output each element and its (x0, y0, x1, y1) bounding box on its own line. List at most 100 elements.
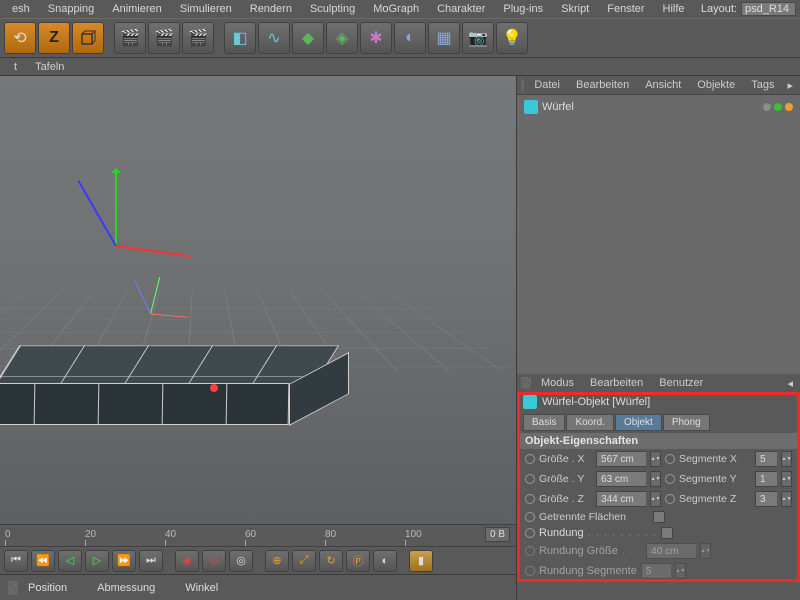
menu-item[interactable]: Sculpting (302, 1, 363, 17)
tab-objekt[interactable]: Objekt (615, 414, 662, 431)
play-back-button[interactable]: ◁ (58, 550, 82, 572)
object-tree[interactable]: Würfel (517, 94, 800, 374)
viewport-3d[interactable] (0, 76, 516, 524)
layout-select[interactable] (741, 2, 796, 16)
prop-row-rounding-seg: Rundung Segmente ▲▼ (517, 561, 800, 581)
generator-button[interactable]: ◆ (292, 22, 324, 54)
spinner[interactable]: ▲▼ (650, 451, 661, 467)
timeline-ruler[interactable]: 0 20 40 60 80 100 0 B (0, 524, 516, 546)
anim-dot[interactable] (665, 454, 675, 464)
menu-item[interactable]: Datei (528, 78, 566, 92)
anim-dot[interactable] (665, 494, 675, 504)
spinner[interactable]: ▲▼ (781, 451, 792, 467)
menu-item[interactable]: Ansicht (639, 78, 687, 92)
goto-end-button[interactable]: ⏭ (139, 550, 163, 572)
viewport-tab[interactable]: t (6, 60, 25, 74)
viewport-tabs: t Tafeln (0, 58, 800, 76)
play-fwd-button[interactable]: ▷ (85, 550, 109, 572)
rec-pos-button[interactable]: ⊕ (265, 550, 289, 572)
cube-tool-button[interactable] (72, 22, 104, 54)
rec-rot-button[interactable]: ↻ (319, 550, 343, 572)
coordinate-bar: Position Abmessung Winkel (0, 574, 516, 600)
render-pic-button[interactable]: 🎬 (114, 22, 146, 54)
goto-start-button[interactable]: ⏮ (4, 550, 28, 572)
menu-item[interactable]: Plug-ins (495, 1, 551, 17)
menu-item[interactable]: Skript (553, 1, 597, 17)
anim-dot[interactable] (525, 474, 535, 484)
menu-item[interactable]: Charakter (429, 1, 493, 17)
panel-menu-icon[interactable]: ▸ (784, 79, 796, 92)
seg-z-input[interactable] (755, 491, 777, 507)
attribute-manager-header: Modus Bearbeiten Benutzer ◂ (517, 374, 800, 392)
render-region-button[interactable]: 🎬 (148, 22, 180, 54)
menu-item[interactable]: Bearbeiten (584, 376, 649, 390)
size-x-input[interactable] (596, 451, 646, 467)
spline-button[interactable]: ∿ (258, 22, 290, 54)
record-button[interactable]: ◉ (175, 550, 199, 572)
undo-button[interactable]: ⟲ (4, 22, 36, 54)
rounding-checkbox[interactable] (661, 527, 673, 539)
seg-x-input[interactable] (755, 451, 777, 467)
deformer-button[interactable]: ◈ (326, 22, 358, 54)
spinner[interactable]: ▲▼ (650, 471, 661, 487)
object-vis-dots[interactable] (763, 103, 793, 111)
tab-basis[interactable]: Basis (523, 414, 565, 431)
axis-x-handle[interactable] (210, 384, 218, 392)
sky-button[interactable]: ◐ (394, 22, 426, 54)
light-button[interactable]: 💡 (496, 22, 528, 54)
menu-item[interactable]: Simulieren (172, 1, 240, 17)
anim-dot[interactable] (525, 494, 535, 504)
spinner[interactable]: ▲▼ (781, 491, 792, 507)
timeline-button[interactable]: ▮ (409, 550, 433, 572)
goto-key-next-button[interactable]: ⏩ (112, 550, 136, 572)
anim-dot[interactable] (525, 454, 535, 464)
size-z-input[interactable] (596, 491, 646, 507)
menu-item[interactable]: Snapping (40, 1, 103, 17)
menu-item[interactable]: Animieren (104, 1, 170, 17)
size-y-input[interactable] (596, 471, 646, 487)
goto-key-prev-button[interactable]: ⏪ (31, 550, 55, 572)
axis-z[interactable] (78, 181, 117, 247)
menu-item[interactable]: Tags (745, 78, 780, 92)
panel-back-icon[interactable]: ◂ (784, 377, 796, 390)
primitive-cube-button[interactable]: ◧ (224, 22, 256, 54)
rec-pla-button[interactable]: ◐ (373, 550, 397, 572)
spinner[interactable]: ▲▼ (650, 491, 661, 507)
anim-dot[interactable] (525, 528, 535, 538)
prop-label: Größe . Z (539, 493, 592, 505)
axis-x[interactable] (116, 245, 191, 257)
menu-item[interactable]: Fenster (599, 1, 652, 17)
viewport-tab[interactable]: Tafeln (27, 60, 72, 74)
environment-button[interactable]: ✱ (360, 22, 392, 54)
grip-icon (521, 377, 531, 389)
rec-param-button[interactable]: Ⓟ (346, 550, 370, 572)
camera-button[interactable]: 📷 (462, 22, 494, 54)
autokey-button[interactable]: ⊙ (202, 550, 226, 572)
rec-scale-button[interactable]: ⤢ (292, 550, 316, 572)
sep-faces-checkbox[interactable] (653, 511, 665, 523)
prop-row-size-y: Größe . Y ▲▼ Segmente Y ▲▼ (517, 469, 800, 489)
tab-phong[interactable]: Phong (663, 414, 710, 431)
frame-indicator[interactable]: 0 B (485, 527, 510, 542)
tab-koord[interactable]: Koord. (566, 414, 613, 431)
anim-dot[interactable] (525, 512, 535, 522)
floor-button[interactable]: ▦ (428, 22, 460, 54)
menu-item[interactable]: Bearbeiten (570, 78, 635, 92)
menu-item[interactable]: Benutzer (653, 376, 709, 390)
menu-item[interactable]: esh (4, 1, 38, 17)
menu-item[interactable]: Rendern (242, 1, 300, 17)
object-name[interactable]: Würfel (542, 101, 574, 113)
menu-item[interactable]: MoGraph (365, 1, 427, 17)
tick-label: 80 (325, 529, 336, 540)
anim-dot[interactable] (665, 474, 675, 484)
spinner[interactable]: ▲▼ (781, 471, 792, 487)
menu-item[interactable]: Hilfe (655, 1, 693, 17)
z-button[interactable]: Z (38, 22, 70, 54)
menu-item[interactable]: Modus (535, 376, 580, 390)
seg-y-input[interactable] (755, 471, 777, 487)
object-row[interactable]: Würfel (520, 98, 797, 116)
axis-y[interactable] (115, 171, 117, 246)
keyframe-sel-button[interactable]: ◎ (229, 550, 253, 572)
menu-item[interactable]: Objekte (691, 78, 741, 92)
render-settings-button[interactable]: 🎬 (182, 22, 214, 54)
